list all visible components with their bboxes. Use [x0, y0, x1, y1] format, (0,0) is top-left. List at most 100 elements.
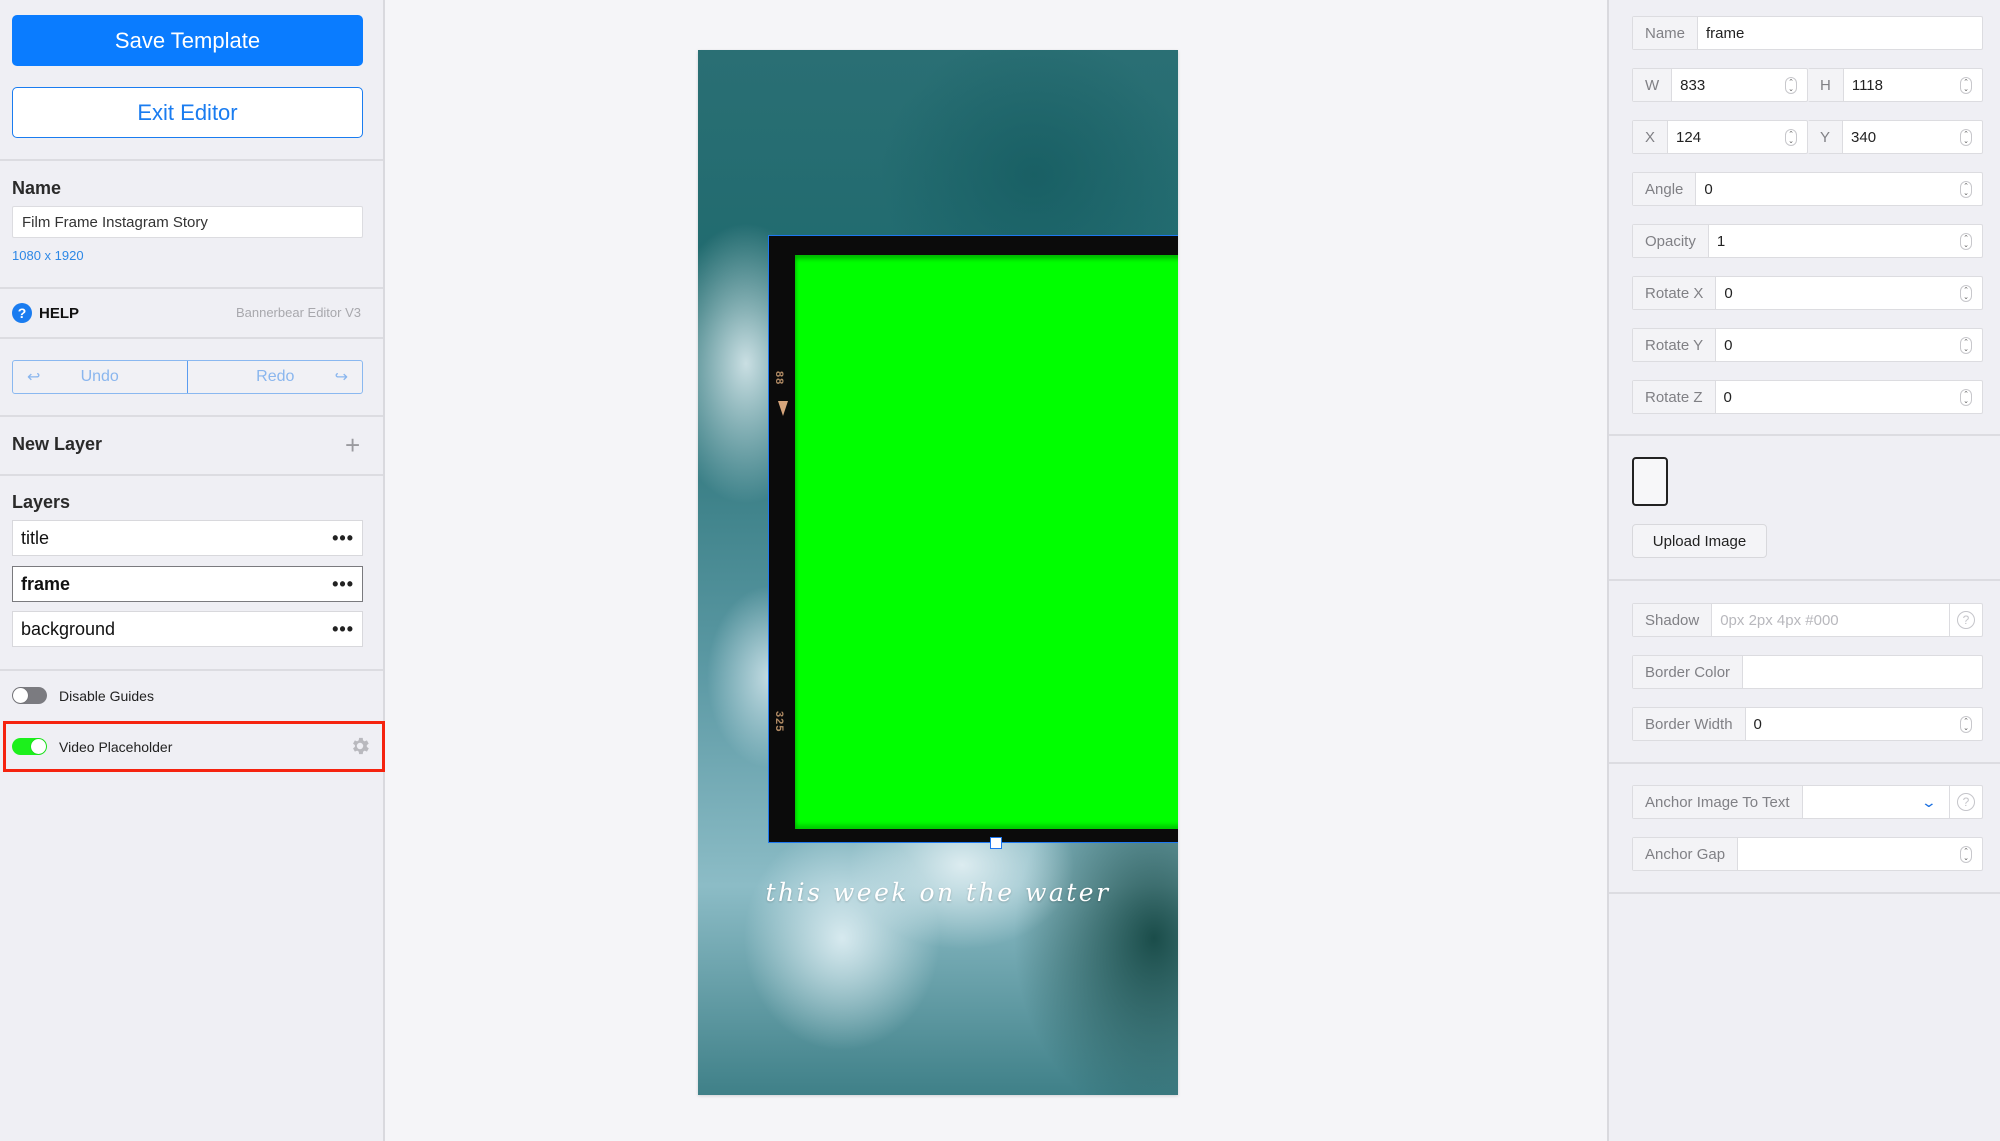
layers-label: Layers — [12, 492, 71, 512]
rotate-y-stepper-icon[interactable]: ⌃ ⌄ — [1960, 337, 1972, 354]
add-layer-plus-icon[interactable]: + — [345, 432, 360, 458]
x-label: X — [1633, 121, 1669, 153]
template-name-input[interactable]: Film Frame Instagram Story — [12, 206, 363, 238]
anchor-image-select[interactable]: ⌄ — [1803, 786, 1949, 818]
design-canvas[interactable]: 88 325 BANNERBEAR this week on the water — [698, 50, 1178, 1095]
angle-label: Angle — [1633, 173, 1697, 205]
gear-icon[interactable] — [349, 735, 371, 757]
opacity-input[interactable]: 1 — [1717, 233, 1725, 250]
video-placeholder-area — [795, 255, 1178, 829]
divider — [0, 415, 383, 417]
angle-stepper-icon[interactable]: ⌃ ⌄ — [1960, 181, 1972, 198]
help-circle-icon[interactable]: ? — [1957, 793, 1975, 811]
undo-button[interactable]: ↩ Undo — [13, 361, 187, 393]
left-panel: Save Template Exit Editor Name Film Fram… — [0, 0, 385, 1141]
angle-input[interactable]: 0 — [1704, 181, 1712, 198]
redo-button[interactable]: Redo ↪ — [187, 361, 362, 393]
help-label: HELP — [39, 304, 80, 322]
title-layer-text[interactable]: this week on the water — [698, 878, 1178, 907]
name-field-label: Name — [1633, 17, 1699, 49]
save-template-button[interactable]: Save Template — [12, 15, 363, 66]
more-options-icon[interactable]: ••• — [332, 528, 354, 549]
rotate-z-field: Rotate Z 0 ⌃ ⌄ — [1632, 380, 1983, 414]
resize-handle-bottom[interactable] — [990, 837, 1002, 849]
anchor-gap-stepper-icon[interactable]: ⌃ ⌄ — [1960, 846, 1972, 863]
layer-name: background — [21, 618, 116, 639]
layer-name: title — [21, 527, 50, 548]
border-width-field: Border Width 0 ⌃ ⌄ — [1632, 707, 1983, 741]
undo-redo-group: ↩ Undo Redo ↪ — [12, 360, 363, 394]
anchor-gap-label: Anchor Gap — [1633, 838, 1739, 870]
height-field: H 1118 ⌃ ⌄ — [1808, 68, 1983, 102]
height-input[interactable]: 1118 — [1852, 77, 1883, 94]
opacity-field: Opacity 1 ⌃ ⌄ — [1632, 224, 1983, 258]
template-dimensions: 1080 x 1920 — [12, 248, 84, 263]
disable-guides-toggle[interactable] — [12, 687, 47, 704]
anchor-image-label: Anchor Image To Text — [1633, 786, 1803, 818]
width-input[interactable]: 833 — [1680, 77, 1705, 94]
border-width-stepper-icon[interactable]: ⌃ ⌄ — [1960, 716, 1972, 733]
angle-field: Angle 0 ⌃ ⌄ — [1632, 172, 1983, 206]
border-color-field: Border Color — [1632, 655, 1983, 689]
height-stepper-icon[interactable]: ⌃ ⌄ — [1960, 77, 1972, 94]
image-thumbnail — [1632, 457, 1668, 506]
border-color-input[interactable] — [1743, 656, 1982, 688]
divider — [0, 669, 383, 671]
border-width-input[interactable]: 0 — [1754, 716, 1762, 733]
anchor-gap-field: Anchor Gap ⌃ ⌄ — [1632, 837, 1983, 871]
rotate-z-label: Rotate Z — [1633, 381, 1716, 413]
border-width-label: Border Width — [1633, 708, 1746, 740]
video-placeholder-toggle[interactable] — [12, 738, 47, 755]
disable-guides-label: Disable Guides — [59, 687, 154, 704]
divider — [1609, 579, 2000, 581]
size-fields: W 833 ⌃ ⌄ H 1118 ⌃ ⌄ — [1632, 68, 1983, 102]
video-placeholder-row: Video Placeholder — [12, 738, 172, 755]
rotate-x-field: Rotate X 0 ⌃ ⌄ — [1632, 276, 1983, 310]
rotate-x-stepper-icon[interactable]: ⌃ ⌄ — [1960, 285, 1972, 302]
layer-name-input[interactable]: frame — [1698, 17, 1982, 49]
chevron-down-icon: ⌄ — [1920, 794, 1938, 810]
x-input[interactable]: 124 — [1676, 129, 1701, 146]
y-label: Y — [1808, 121, 1844, 153]
exit-editor-button[interactable]: Exit Editor — [12, 87, 363, 138]
more-options-icon[interactable]: ••• — [332, 619, 354, 640]
width-stepper-icon[interactable]: ⌃ ⌄ — [1785, 77, 1797, 94]
y-field: Y 340 ⌃ ⌄ — [1808, 120, 1983, 154]
y-input[interactable]: 340 — [1851, 129, 1876, 146]
layer-item-frame[interactable]: frame ••• — [12, 566, 363, 602]
opacity-label: Opacity — [1633, 225, 1709, 257]
film-arrow-icon — [778, 401, 788, 416]
divider — [1609, 762, 2000, 764]
more-options-icon[interactable]: ••• — [332, 574, 354, 595]
rotate-y-field: Rotate Y 0 ⌃ ⌄ — [1632, 328, 1983, 362]
rotate-x-label: Rotate X — [1633, 277, 1717, 309]
rotate-y-label: Rotate Y — [1633, 329, 1717, 361]
rotate-y-input[interactable]: 0 — [1724, 337, 1732, 354]
y-stepper-icon[interactable]: ⌃ ⌄ — [1960, 129, 1972, 146]
disable-guides-row: Disable Guides — [12, 687, 154, 704]
x-field: X 124 ⌃ ⌄ — [1632, 120, 1808, 154]
border-color-label: Border Color — [1633, 656, 1744, 688]
opacity-stepper-icon[interactable]: ⌃ ⌄ — [1960, 233, 1972, 250]
divider — [0, 287, 383, 289]
rotate-z-input[interactable]: 0 — [1724, 389, 1732, 406]
width-label: W — [1633, 69, 1673, 101]
divider — [1609, 434, 2000, 436]
x-stepper-icon[interactable]: ⌃ ⌄ — [1785, 129, 1797, 146]
shadow-input[interactable]: 0px 2px 4px #000 — [1712, 604, 1949, 636]
layer-name-field: Name frame — [1632, 16, 1983, 50]
help-icon: ? — [12, 303, 32, 323]
rotate-x-input[interactable]: 0 — [1724, 285, 1732, 302]
name-label: Name — [12, 178, 62, 198]
upload-image-button[interactable]: Upload Image — [1632, 524, 1767, 558]
layer-item-background[interactable]: background ••• — [12, 611, 363, 647]
help-link[interactable]: ? HELP — [12, 302, 79, 324]
rotate-z-stepper-icon[interactable]: ⌃ ⌄ — [1960, 389, 1972, 406]
help-circle-icon[interactable]: ? — [1957, 611, 1975, 629]
frame-layer[interactable]: 88 325 BANNERBEAR — [768, 235, 1178, 843]
layer-item-title[interactable]: title ••• — [12, 520, 363, 556]
new-layer-label: New Layer — [12, 434, 103, 454]
divider — [0, 159, 383, 161]
height-label: H — [1808, 69, 1844, 101]
width-field: W 833 ⌃ ⌄ — [1632, 68, 1808, 102]
